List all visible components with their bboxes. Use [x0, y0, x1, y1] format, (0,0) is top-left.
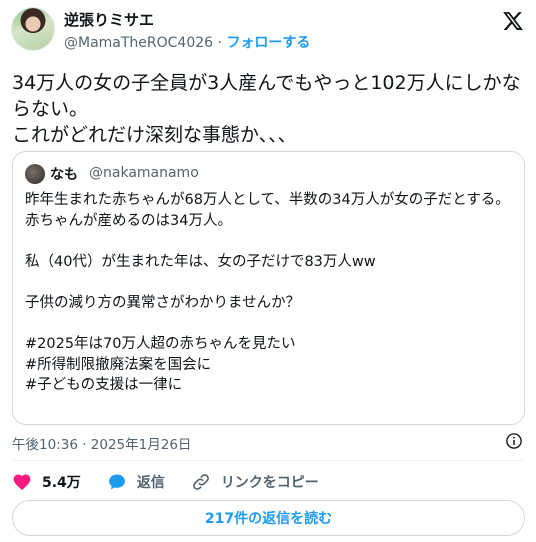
like-count: 5.4万: [42, 475, 81, 491]
link-icon: [192, 474, 209, 490]
author-handle[interactable]: @MamaTheROC4026: [64, 35, 213, 51]
reply-button[interactable]: 返信: [107, 472, 165, 492]
heart-icon: [13, 474, 31, 490]
quoted-tweet[interactable]: なも @nakamanamo 昨年生まれた赤ちゃんが68万人として、半数の34万…: [12, 151, 525, 425]
action-bar: 5.4万 返信 リンクをコピー: [12, 470, 345, 494]
tweet-timestamp[interactable]: 午後10:36 · 2025年1月26日: [12, 433, 191, 453]
reply-label: 返信: [136, 475, 165, 491]
author-avatar[interactable]: [11, 7, 55, 51]
follow-button[interactable]: フォローする: [226, 35, 310, 51]
author-handle-row: @MamaTheROC4026 · フォローする: [64, 32, 310, 52]
like-button[interactable]: 5.4万: [12, 472, 81, 492]
x-logo-icon[interactable]: [502, 10, 524, 32]
read-replies-button[interactable]: 217件の返信を読む: [12, 500, 525, 536]
author-name[interactable]: 逆張りミサエ: [64, 9, 154, 30]
quote-avatar[interactable]: [25, 164, 45, 184]
quote-text: 昨年生まれた赤ちゃんが68万人として、半数の34万人が女の子だとする。 赤ちゃん…: [25, 192, 510, 394]
quote-author-handle: @nakamanamo: [89, 165, 199, 181]
copy-link-button[interactable]: リンクをコピー: [191, 472, 319, 492]
tweet-text: 34万人の女の子全員が3人産んでもやっと102万人にしかならない。 これがどれだ…: [12, 72, 521, 146]
info-icon[interactable]: [505, 432, 523, 450]
quote-author-name: なも: [50, 167, 78, 183]
reply-bubble-icon: [108, 474, 125, 490]
handle-separator: ·: [217, 35, 222, 51]
copy-link-label: リンクをコピー: [220, 475, 319, 491]
divider: [12, 460, 524, 461]
